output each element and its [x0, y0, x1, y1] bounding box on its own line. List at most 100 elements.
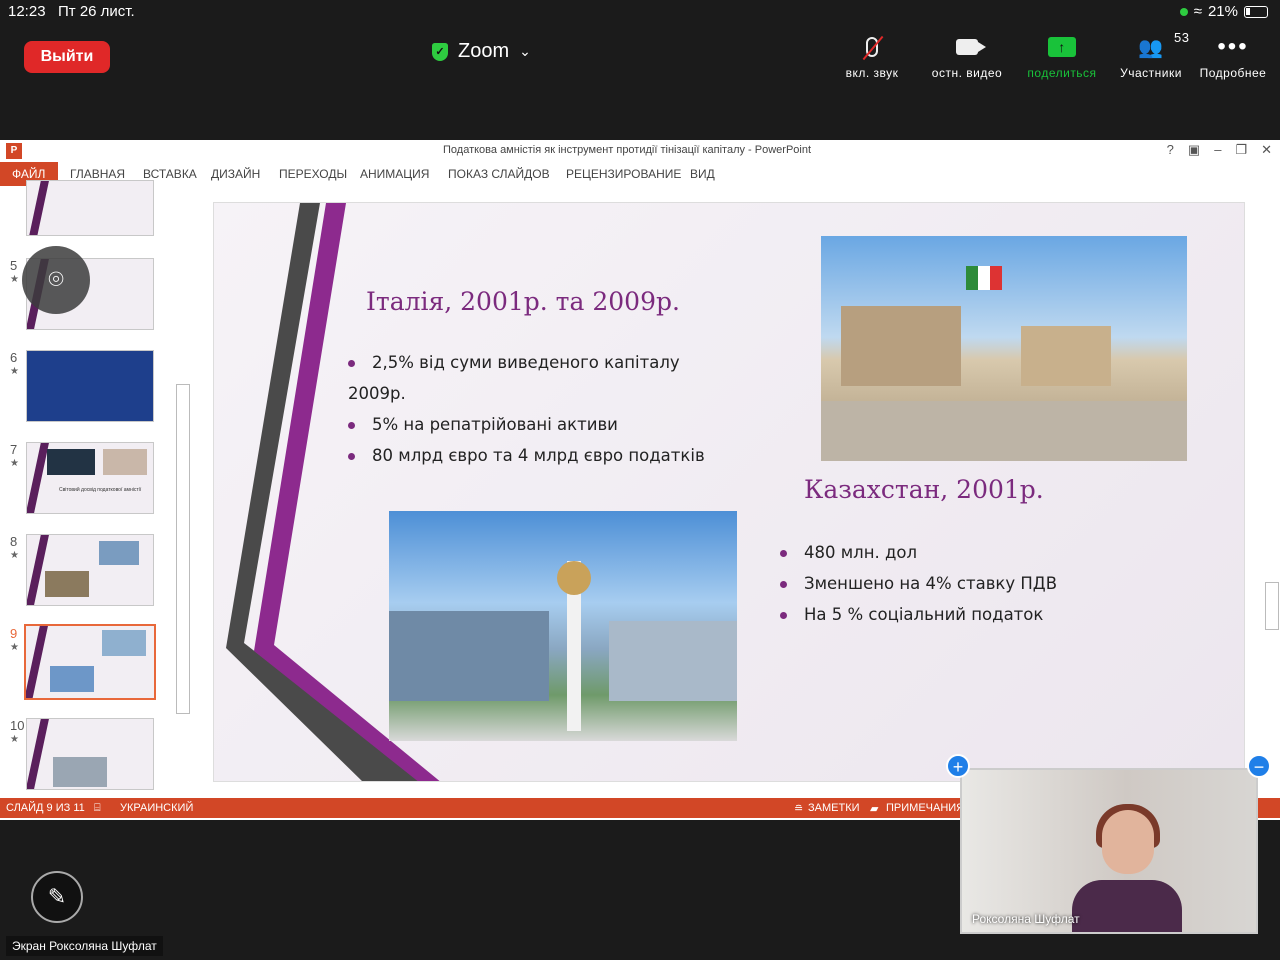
participant-figure [1062, 804, 1182, 932]
battery-percent: 21% [1207, 3, 1238, 20]
window-title: Податкова амністія як інструмент протиді… [443, 144, 812, 156]
ribbon-tabs: ФАЙЛ ГЛАВНАЯ ВСТАВКА ДИЗАЙН ПЕРЕХОДЫ АНИ… [0, 162, 1280, 186]
restore-icon[interactable]: ❐ [1235, 142, 1247, 158]
notes-button[interactable]: ЗАМЕТКИ [808, 802, 860, 814]
thumbnail-6[interactable]: 6 ★ [0, 350, 170, 426]
kazakhstan-bullets: 480 млн. дол Зменшено на 4% ставку ПДВ Н… [780, 543, 1200, 636]
slide-scrollbar[interactable] [1262, 192, 1278, 752]
date: Пт 26 лист. [58, 3, 135, 20]
help-icon[interactable]: ? [1167, 142, 1174, 158]
status-right: ≈ 21% [1179, 3, 1268, 20]
thumbnail-4[interactable] [0, 180, 170, 266]
italian-flag [966, 266, 1002, 290]
bullet-item: 2,5% від суми виведеного капіталу [348, 353, 728, 372]
expand-video-button[interactable]: + [946, 754, 970, 778]
slide-scroll-thumb[interactable] [1265, 582, 1279, 630]
language[interactable]: УКРАИНСКИЙ [120, 802, 193, 814]
tab-animation[interactable]: АНИМАЦИЯ [360, 167, 429, 181]
audio-button[interactable]: вкл. звук [842, 32, 902, 80]
leave-button[interactable]: Выйти [24, 41, 110, 73]
share-screen-icon: ↑ [1024, 32, 1100, 62]
comments-icon[interactable]: ▰ [870, 802, 878, 815]
tab-home[interactable]: ГЛАВНАЯ [70, 167, 125, 181]
participants-count: 53 [1174, 30, 1190, 45]
video-button[interactable]: остн. видео [928, 32, 1006, 80]
participant-video[interactable]: Роксоляна Шуфлат [960, 768, 1258, 934]
video-camera-icon [928, 32, 1006, 62]
thumbnail-number: 8 [10, 534, 18, 549]
thumbnail-caption: Світовий досвід податкової амністії [59, 487, 142, 493]
bullet-item: 80 млрд євро та 4 млрд євро податків [348, 446, 728, 465]
participant-name: Роксоляна Шуфлат [972, 912, 1080, 926]
tab-design[interactable]: ДИЗАЙН [211, 167, 260, 181]
animation-star-icon: ★ [10, 550, 19, 561]
close-icon[interactable]: ✕ [1261, 142, 1272, 158]
zoom-toolbar: Выйти ✓ Zoom ⌄ вкл. звук остн. видео ↑ п… [0, 24, 1280, 88]
animation-star-icon: ★ [10, 458, 19, 469]
thumbnail-image [26, 180, 154, 236]
bullet-item: 480 млн. дол [780, 543, 1200, 562]
shared-screen: P Податкова амністія як інструмент проти… [0, 140, 1280, 820]
spellcheck-icon[interactable]: ⌸ [94, 802, 101, 815]
ribbon-display-icon[interactable]: ▣ [1188, 142, 1200, 158]
minimize-icon[interactable]: – [1214, 142, 1221, 158]
animation-star-icon: ★ [10, 274, 19, 285]
kazakhstan-title: Казахстан, 2001р. [804, 475, 1044, 504]
recording-dot-icon [1179, 7, 1188, 16]
thumbnail-scrollbar[interactable] [174, 192, 190, 792]
italy-bullets: 2,5% від суми виведеного капіталу 2009р.… [348, 353, 728, 477]
thumbnail-number: 9 [10, 626, 18, 641]
thumbnail-image [26, 350, 154, 422]
comments-button[interactable]: ПРИМЕЧАНИЯ [886, 802, 964, 814]
scroll-thumb[interactable] [176, 384, 190, 714]
more-icon: ••• [1217, 33, 1249, 60]
meeting-title-text: Zoom [458, 40, 510, 62]
pen-icon[interactable]: ✎ [31, 871, 83, 923]
slide-counter: СЛАЙД 9 ИЗ 11 [6, 802, 85, 814]
bullet-item: На 5 % соціальний податок [780, 605, 1200, 624]
share-button[interactable]: ↑ поделиться [1024, 32, 1100, 80]
more-button[interactable]: ••• Подробнее [1196, 32, 1270, 80]
presenter-label: Экран Роксоляна Шуфлат [6, 936, 163, 956]
wifi-icon: ≈ [1193, 3, 1202, 20]
tab-transitions[interactable]: ПЕРЕХОДЫ [279, 167, 347, 181]
italy-rome-photo [821, 236, 1187, 461]
chevron-down-icon: ⌄ [519, 43, 531, 59]
thumbnail-8[interactable]: 8 ★ [0, 534, 170, 610]
powerpoint-titlebar: P Податкова амністія як інструмент проти… [0, 140, 1280, 162]
collapse-video-button[interactable]: − [1247, 754, 1271, 778]
share-label: поделиться [1027, 66, 1097, 80]
current-slide[interactable]: Італія, 2001р. та 2009р. 2,5% від суми в… [213, 202, 1245, 782]
thumbnail-number: 7 [10, 442, 18, 457]
participants-button[interactable]: 👥 53 Участники [1116, 30, 1190, 80]
shield-check-icon: ✓ [432, 42, 448, 61]
meeting-title[interactable]: ✓ Zoom ⌄ [432, 40, 531, 63]
clock: 12:23 [8, 3, 46, 20]
thumbnail-number: 5 [10, 258, 18, 273]
tab-insert[interactable]: ВСТАВКА [143, 167, 197, 181]
animation-star-icon: ★ [10, 366, 19, 377]
tab-review[interactable]: РЕЦЕНЗИРОВАНИЕ [566, 167, 681, 181]
thumbnail-image: Світовий досвід податкової амністії [26, 442, 154, 514]
notes-icon[interactable]: ≘ [794, 802, 803, 815]
mic-muted-icon [842, 32, 902, 62]
thumbnail-9[interactable]: 9 ★ [0, 624, 170, 702]
thumbnail-number: 6 [10, 350, 18, 365]
baiterek-sphere [557, 561, 591, 595]
device-status-bar: 12:23 Пт 26 лист. ≈ 21% [0, 0, 1280, 24]
thumbnail-image [26, 718, 154, 790]
more-label: Подробнее [1199, 66, 1267, 80]
camera-flip-icon[interactable]: ⌾ [22, 246, 90, 314]
tab-slideshow[interactable]: ПОКАЗ СЛАЙДОВ [448, 167, 550, 181]
thumbnail-image-selected [24, 624, 156, 700]
bullet-continuation: 2009р. [348, 384, 406, 403]
tab-view[interactable]: ВИД [690, 167, 715, 181]
window-buttons: ? ▣ – ❐ ✕ [1167, 142, 1272, 158]
audio-label: вкл. звук [845, 66, 899, 80]
zoom-window: 12:23 Пт 26 лист. ≈ 21% Выйти ✓ Zoom ⌄ в… [0, 0, 1280, 960]
animation-star-icon: ★ [10, 734, 19, 745]
thumbnail-image [26, 534, 154, 606]
thumbnail-7[interactable]: 7 ★ Світовий досвід податкової амністії [0, 442, 170, 518]
thumbnail-10[interactable]: 10 ★ [0, 718, 170, 794]
astana-baiterek-photo [389, 511, 737, 741]
